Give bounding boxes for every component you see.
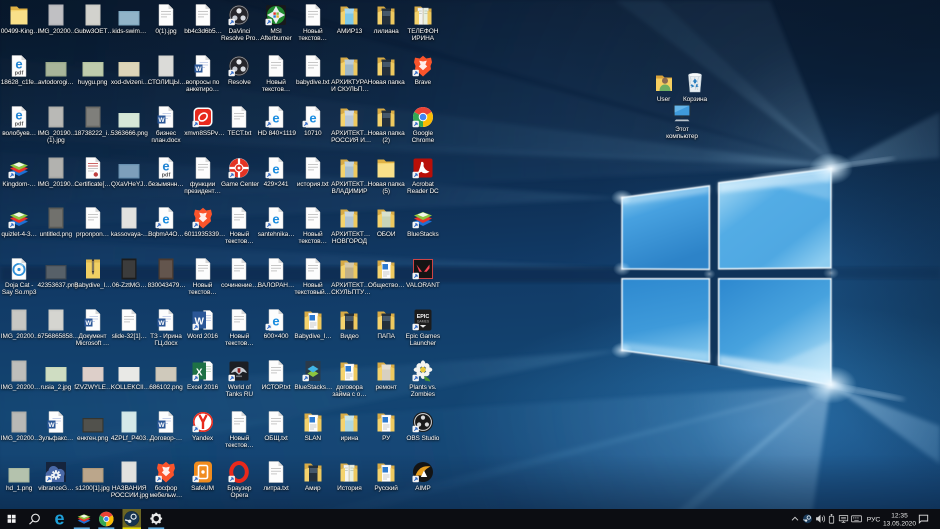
svg-text:12:35: 12:35 [891, 513, 908, 520]
svg-text:13.05.2020: 13.05.2020 [883, 521, 916, 528]
svg-text:РУС: РУС [867, 516, 881, 523]
svg-text:e: e [54, 509, 64, 528]
